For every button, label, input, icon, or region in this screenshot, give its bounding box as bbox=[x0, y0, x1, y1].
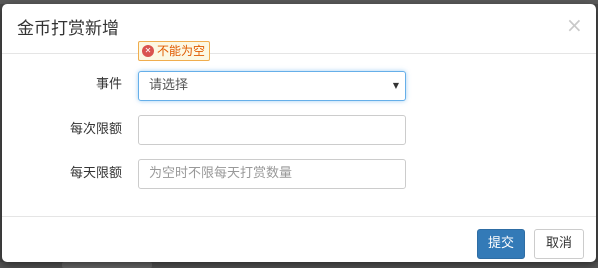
per-day-limit-placeholder: 为空时不限每天打赏数量 bbox=[149, 166, 293, 181]
modal-footer: 提交 取消 bbox=[2, 216, 596, 262]
validation-error-tooltip: ✕ 不能为空 bbox=[138, 41, 211, 61]
per-day-limit-label: 每天限额 bbox=[69, 166, 122, 181]
background-ghost-text bbox=[62, 262, 152, 268]
cancel-button[interactable]: 取消 bbox=[534, 229, 584, 259]
error-message: 不能为空 bbox=[157, 44, 206, 58]
event-select[interactable]: 请选择 ▼ bbox=[138, 71, 406, 101]
submit-button[interactable]: 提交 bbox=[477, 229, 525, 259]
modal-title: 金币打赏新增 bbox=[17, 19, 119, 39]
modal-header: 金币打赏新增 × bbox=[2, 4, 596, 54]
event-select-value: 请选择 bbox=[149, 78, 189, 93]
per-day-limit-input[interactable]: 为空时不限每天打赏数量 bbox=[138, 159, 406, 189]
close-icon[interactable]: × bbox=[566, 15, 583, 35]
modal-dialog: 金币打赏新增 × ✕ 不能为空 事件 请选择 ▼ 每次限额 每天限额 为空时不限… bbox=[2, 4, 596, 262]
event-label: 事件 bbox=[95, 77, 122, 92]
caret-down-icon: ▼ bbox=[392, 81, 399, 90]
per-time-limit-input[interactable] bbox=[138, 115, 406, 145]
background-page-strip bbox=[0, 262, 598, 268]
error-x-icon: ✕ bbox=[142, 45, 154, 57]
per-time-limit-label: 每次限额 bbox=[69, 122, 122, 137]
